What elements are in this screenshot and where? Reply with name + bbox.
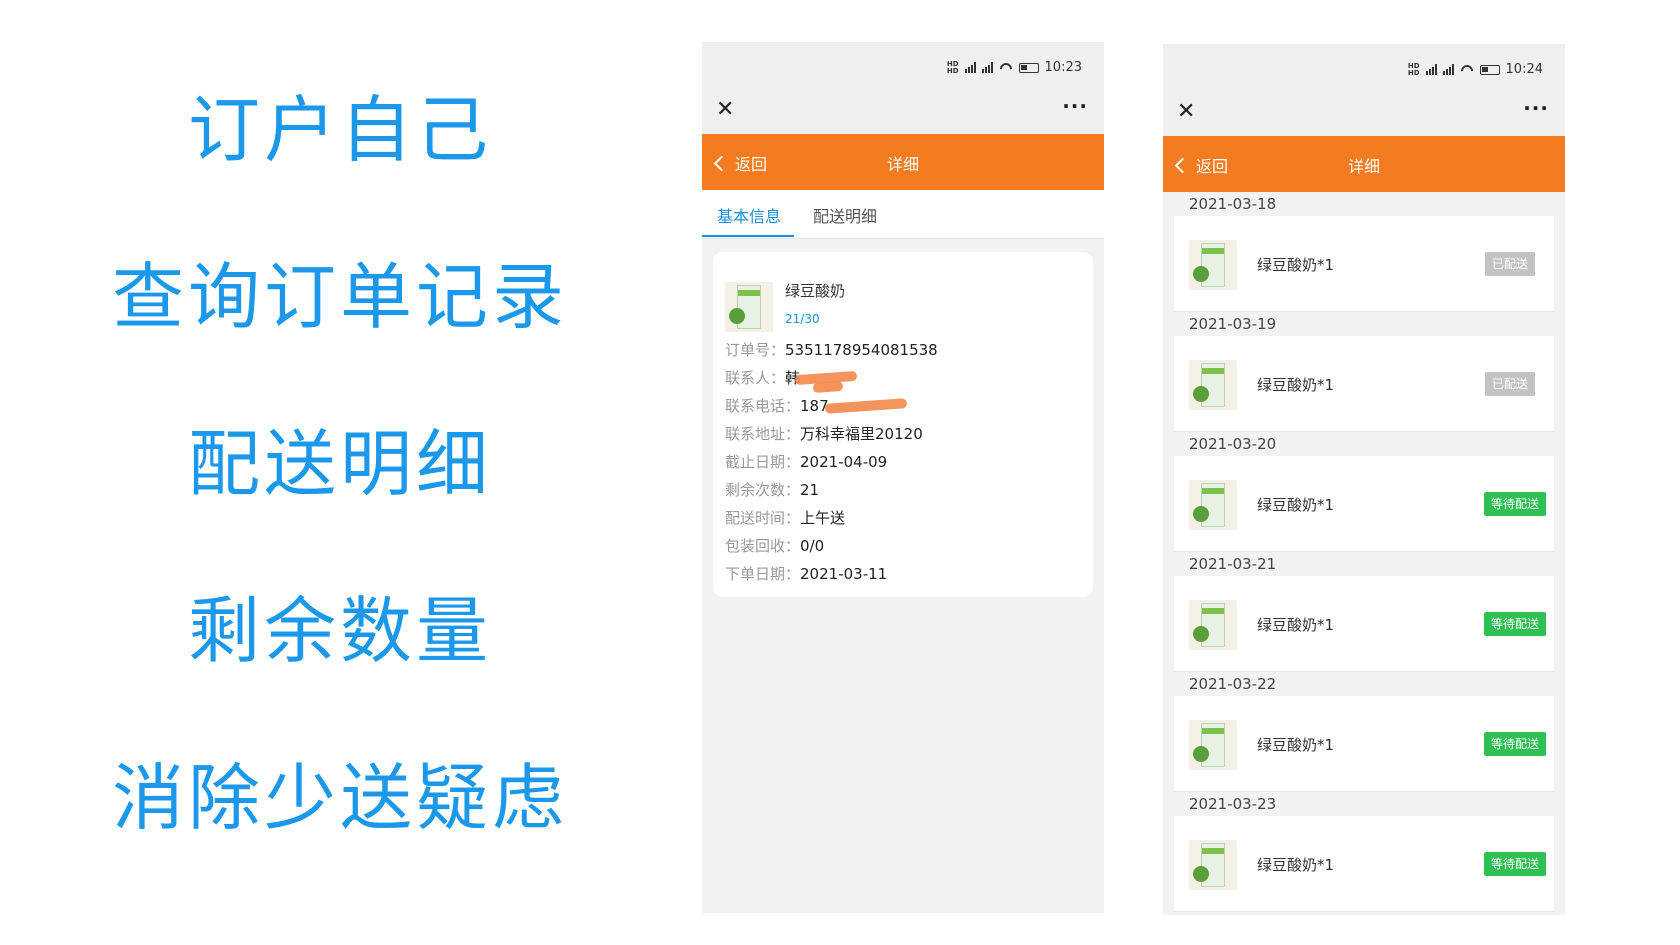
product-thumbnail xyxy=(1189,840,1237,890)
field-value: 上午送 xyxy=(800,509,846,527)
signal-icon xyxy=(981,62,993,73)
battery-icon xyxy=(1479,64,1500,75)
slogan-3: 配送明细 xyxy=(187,422,492,506)
status-badge: 已配送 xyxy=(1484,252,1535,276)
field-contact: 联系人：韩 xyxy=(725,367,800,388)
hd-icon: HD HD xyxy=(1407,61,1420,77)
status-bar: HD HD 10:23 xyxy=(702,42,1104,88)
field-value: 2021-04-09 xyxy=(800,453,888,471)
field-value: 万科幸福里20120 xyxy=(800,425,923,443)
list-item[interactable]: 绿豆酸奶*1 等待配送 xyxy=(1174,696,1554,792)
list-item[interactable]: 绿豆酸奶*1 已配送 xyxy=(1174,216,1554,312)
field-label: 包装回收： xyxy=(725,537,801,555)
status-bar: HD HD 10:24 xyxy=(1163,44,1565,90)
tab-underline xyxy=(702,235,794,237)
field-value: 21 xyxy=(800,481,820,499)
status-badge: 等待配送 xyxy=(1483,492,1546,516)
delivery-list: 2021-03-18 绿豆酸奶*1 已配送 2021-03-19 绿豆酸奶*1 … xyxy=(1174,192,1554,912)
item-name: 绿豆酸奶*1 xyxy=(1257,496,1335,514)
delivery-date: 2021-03-21 xyxy=(1189,555,1277,573)
delivery-date: 2021-03-23 xyxy=(1189,795,1277,813)
slogan-1: 订户自己 xyxy=(187,88,492,172)
field-remaining: 剩余次数：21 xyxy=(725,479,819,500)
item-name: 绿豆酸奶*1 xyxy=(1257,376,1335,394)
phone-delivery-list: HD HD 10:24 ✕ ··· 返回 详细 2021-03-18 绿豆酸奶*1… xyxy=(1163,44,1565,915)
page-title: 详细 xyxy=(886,155,919,174)
wifi-icon xyxy=(999,63,1013,73)
redaction-scribble xyxy=(812,380,844,394)
delivery-date: 2021-03-20 xyxy=(1189,435,1277,453)
product-thumbnail xyxy=(1189,360,1237,410)
field-delivery-time: 配送时间：上午送 xyxy=(725,507,845,528)
field-end-date: 截止日期：2021-04-09 xyxy=(725,451,887,472)
field-value: 5351178954081538 xyxy=(785,341,938,359)
signal-icon xyxy=(1442,64,1454,75)
item-name: 绿豆酸奶*1 xyxy=(1257,616,1335,634)
list-item[interactable]: 绿豆酸奶*1 等待配送 xyxy=(1174,576,1554,672)
slogan-5: 消除少送疑虑 xyxy=(111,756,568,840)
nav-bar: 返回 详细 xyxy=(1163,136,1565,192)
window-title-bar: ✕ ··· xyxy=(1163,90,1565,136)
product-count: 21/30 xyxy=(785,312,820,326)
product-thumbnail xyxy=(725,282,773,332)
status-time: 10:23 xyxy=(1044,60,1082,75)
status-badge: 等待配送 xyxy=(1483,732,1546,756)
signal-icon xyxy=(964,62,976,73)
field-label: 联系人： xyxy=(725,369,786,387)
list-item[interactable]: 绿豆酸奶*1 等待配送 xyxy=(1174,816,1554,912)
product-thumbnail xyxy=(1189,240,1237,290)
field-address: 联系地址：万科幸福里20120 xyxy=(725,423,923,444)
slogan-2: 查询订单记录 xyxy=(111,255,568,339)
signal-icon xyxy=(1425,64,1437,75)
status-badge: 等待配送 xyxy=(1483,852,1546,876)
field-packaging: 包装回收：0/0 xyxy=(725,535,824,556)
item-name: 绿豆酸奶*1 xyxy=(1257,856,1335,874)
field-label: 下单日期： xyxy=(725,565,801,583)
status-badge: 已配送 xyxy=(1484,372,1535,396)
field-order-date: 下单日期：2021-03-11 xyxy=(725,563,887,584)
product-thumbnail xyxy=(1189,600,1237,650)
field-label: 订单号： xyxy=(725,341,786,359)
field-label: 截止日期： xyxy=(725,453,801,471)
page-title: 详细 xyxy=(1347,157,1380,176)
delivery-date: 2021-03-18 xyxy=(1189,195,1277,213)
redaction-scribble xyxy=(824,398,908,414)
tab-bar: 基本信息 配送明细 xyxy=(702,190,1104,239)
field-value: 0/0 xyxy=(800,537,825,555)
field-label: 联系电话： xyxy=(725,397,801,415)
product-name: 绿豆酸奶 xyxy=(785,282,846,300)
field-label: 剩余次数： xyxy=(725,481,801,499)
list-item[interactable]: 绿豆酸奶*1 等待配送 xyxy=(1174,456,1554,552)
hd-icon: HD HD xyxy=(946,59,959,75)
battery-icon xyxy=(1018,62,1039,73)
order-card: 绿豆酸奶 21/30 订单号：5351178954081538 联系人：韩 联系… xyxy=(713,252,1093,597)
item-name: 绿豆酸奶*1 xyxy=(1257,256,1335,274)
wifi-icon xyxy=(1460,65,1474,75)
more-icon[interactable]: ··· xyxy=(1523,96,1549,120)
slogan-4: 剩余数量 xyxy=(187,589,492,673)
field-label: 配送时间： xyxy=(725,509,801,527)
delivery-date: 2021-03-22 xyxy=(1189,675,1277,693)
status-badge: 等待配送 xyxy=(1483,612,1546,636)
tab-delivery-detail[interactable]: 配送明细 xyxy=(813,203,877,227)
field-label: 联系地址： xyxy=(725,425,801,443)
field-phone: 联系电话：187 xyxy=(725,395,829,416)
field-value: 2021-03-11 xyxy=(800,565,888,583)
close-icon[interactable]: ✕ xyxy=(716,98,734,122)
list-item[interactable]: 绿豆酸奶*1 已配送 xyxy=(1174,336,1554,432)
close-icon[interactable]: ✕ xyxy=(1177,100,1195,124)
product-thumbnail xyxy=(1189,720,1237,770)
tab-basic-info[interactable]: 基本信息 xyxy=(717,203,781,227)
item-name: 绿豆酸奶*1 xyxy=(1257,736,1335,754)
delivery-date: 2021-03-19 xyxy=(1189,315,1277,333)
field-order-no: 订单号：5351178954081538 xyxy=(725,339,938,360)
product-thumbnail xyxy=(1189,480,1237,530)
nav-bar: 返回 详细 xyxy=(702,134,1104,190)
more-icon[interactable]: ··· xyxy=(1062,94,1088,118)
window-title-bar: ✕ ··· xyxy=(702,88,1104,134)
status-time: 10:24 xyxy=(1505,62,1543,77)
phone-order-detail: HD HD 10:23 ✕ ··· 返回 详细 基本信息 配送明细 绿豆酸奶 21… xyxy=(702,42,1104,913)
slogan-list: 订户自己 查询订单记录 配送明细 剩余数量 消除少送疑虑 xyxy=(100,90,580,925)
